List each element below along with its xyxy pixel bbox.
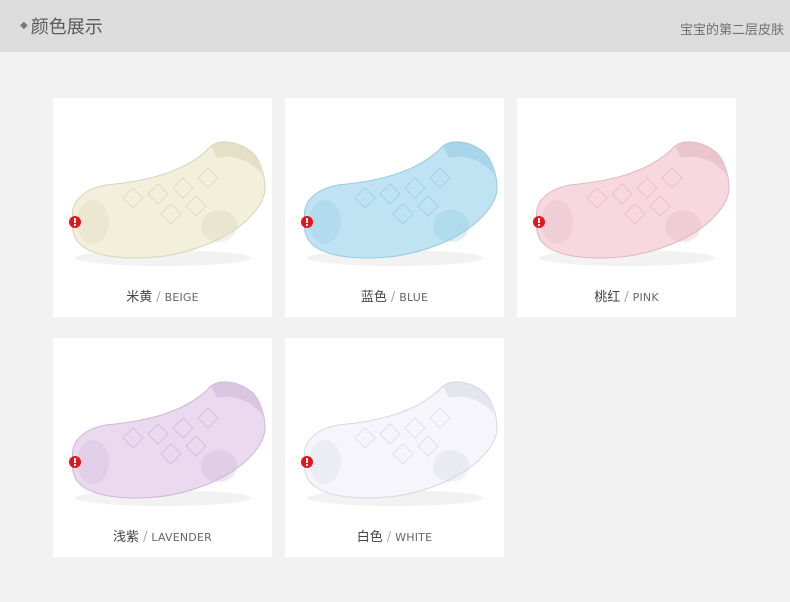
sock-heel [201,450,237,482]
sock-toe [541,200,573,244]
sock-image [301,381,498,506]
diamond-bullet-icon: ◆ [20,20,28,31]
color-name-en: BEIGE [164,291,199,304]
caption-separator: / [156,290,161,305]
brand-tag-mark [74,458,76,463]
product-card-beige[interactable]: 米黄 / BEIGE [53,98,272,317]
caption-separator: / [143,530,148,545]
sock-toe [309,200,341,244]
brand-tag-dot [306,224,308,226]
color-name-en: WHITE [395,531,433,544]
caption-separator: / [386,530,392,545]
color-name-cn: 浅紫 [113,530,140,545]
color-name-en: LAVENDER [151,531,212,544]
sock-toe [309,440,341,484]
product-caption: 米黄 / BEIGE [53,286,272,305]
caption-separator: / [624,290,629,305]
section-subtitle: 宝宝的第二层皮肤 [679,23,784,38]
color-name-en: BLUE [399,291,429,304]
section-title: ◆ 颜色展示 [20,13,103,39]
color-name-cn: 米黄 [126,290,153,305]
sock-image [69,381,266,506]
product-caption: 浅紫 / LAVENDER [53,526,272,545]
section-title-text: 颜色展示 [30,17,103,38]
sock-image [533,141,730,266]
brand-tag-dot [538,224,540,226]
sock-heel [201,210,237,242]
brand-tag-mark [538,218,540,223]
section-header: ◆ 颜色展示 宝宝的第二层皮肤 [0,0,790,52]
brand-tag-dot [74,464,76,466]
sock-heel [433,450,469,482]
brand-tag-dot [74,224,76,226]
product-card-pink[interactable]: 桃红 / PINK [517,98,736,317]
sock-toe [77,440,109,484]
brand-tag-mark [74,218,76,223]
sock-heel [665,210,701,242]
product-card-blue[interactable]: 蓝色 / BLUE [285,98,504,317]
product-card-white[interactable]: 白色 / WHITE [285,338,504,557]
sock-image [69,141,266,266]
color-name-en: PINK [632,291,659,304]
color-name-cn: 桃红 [594,290,621,305]
product-caption: 蓝色 / BLUE [285,286,504,305]
sock-heel [433,210,469,242]
sock-toe [77,200,109,244]
caption-separator: / [390,290,396,305]
product-caption: 桃红 / PINK [517,286,736,305]
brand-tag-mark [306,218,308,223]
color-name-cn: 蓝色 [360,290,387,305]
brand-tag-mark [306,458,308,463]
brand-tag-dot [306,464,308,466]
color-name-cn: 白色 [356,530,383,545]
sock-image [301,141,498,266]
product-card-lavender[interactable]: 浅紫 / LAVENDER [53,338,272,557]
product-caption: 白色 / WHITE [285,526,504,545]
